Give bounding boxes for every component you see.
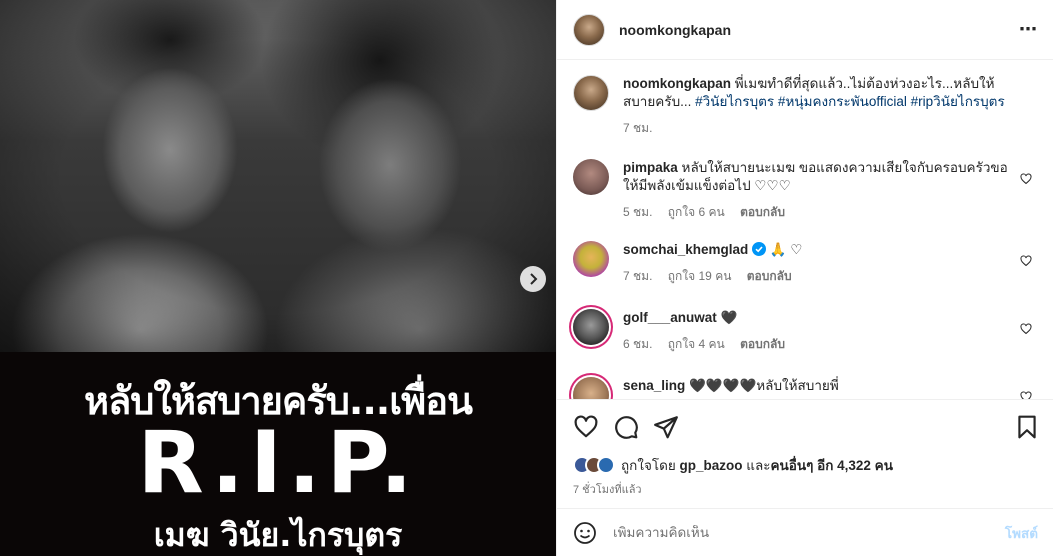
- comment-likes[interactable]: ถูกใจ 19 คน: [668, 269, 732, 283]
- like-comment-icon[interactable]: [1020, 323, 1032, 335]
- comments-list[interactable]: noomkongkapan พี่เมฆทำดีที่สุดแล้ว..ไม่ต…: [557, 61, 1053, 399]
- comment-username[interactable]: somchai_khemglad: [623, 242, 748, 257]
- commenter-avatar[interactable]: [573, 241, 609, 277]
- post-media[interactable]: หลับให้สบายครับ...เพื่อน R.I.P. เมฆ วินั…: [0, 0, 556, 556]
- verified-badge-icon: [752, 242, 767, 256]
- post-comment-button[interactable]: โพสต์: [1005, 522, 1038, 544]
- comment-item: pimpaka หลับให้สบายนะเมฆ ขอแสดงความเสียใ…: [573, 159, 1038, 221]
- comment-item: golf___anuwat 🖤 6 ชม. ถูกใจ 4 คน ตอบกลับ: [573, 309, 1038, 353]
- author-username[interactable]: noomkongkapan: [619, 22, 731, 38]
- more-options-icon[interactable]: ⋯: [1019, 19, 1038, 40]
- caption: noomkongkapan พี่เมฆทำดีที่สุดแล้ว..ไม่ต…: [573, 75, 1038, 137]
- comment-time[interactable]: 6 ชม.: [623, 337, 652, 351]
- post-photo: [0, 0, 556, 352]
- comment-time[interactable]: 7 ชม.: [623, 269, 652, 283]
- like-comment-icon[interactable]: [1020, 255, 1032, 267]
- emoji-icon[interactable]: [573, 521, 597, 545]
- comment-username[interactable]: golf___anuwat: [623, 310, 717, 325]
- comment-text: หลับให้สบายนะเมฆ ขอแสดงความเสียใจกับครอบ…: [623, 160, 1008, 193]
- reply-button[interactable]: ตอบกลับ: [747, 269, 792, 283]
- reply-button[interactable]: ตอบกลับ: [740, 205, 785, 219]
- banner-name: เมฆ วินัย.ไกรบุตร: [153, 516, 403, 554]
- caption-avatar[interactable]: [573, 75, 609, 111]
- caption-time[interactable]: 7 ชม.: [623, 121, 652, 135]
- next-image-button[interactable]: [520, 266, 546, 292]
- post-header: noomkongkapan ⋯: [557, 0, 1053, 60]
- post-panel: noomkongkapan ⋯ noomkongkapan พี่เมฆทำดี…: [556, 0, 1053, 556]
- like-comment-icon[interactable]: [1020, 391, 1032, 399]
- comment-username[interactable]: sena_ling: [623, 378, 685, 393]
- liker-avatars: [573, 456, 615, 474]
- share-send-icon[interactable]: [653, 414, 679, 440]
- comment-item: somchai_khemglad 🙏 ♡ 7 ชม. ถูกใจ 19 คน ต…: [573, 241, 1038, 285]
- commenter-avatar[interactable]: [573, 159, 609, 195]
- posted-time[interactable]: 7 ชั่วโมงที่แล้ว: [573, 480, 642, 498]
- comment-time[interactable]: 5 ชม.: [623, 205, 652, 219]
- caption-hashtags[interactable]: #วินัยไกรบุตร #หนุ่มคงกระพันofficial #ri…: [695, 94, 1005, 109]
- liker-avatar: [597, 456, 615, 474]
- comment-item: sena_ling 🖤🖤🖤🖤หลับให้สบายพี่: [573, 377, 1038, 399]
- comment-username[interactable]: pimpaka: [623, 160, 678, 175]
- commenter-avatar[interactable]: [573, 377, 609, 399]
- comment-text: 🙏 ♡: [769, 242, 803, 257]
- commenter-avatar[interactable]: [573, 309, 609, 345]
- comment-input[interactable]: [613, 525, 1005, 540]
- likes-middle: และ: [742, 458, 771, 473]
- save-bookmark-icon[interactable]: [1014, 414, 1040, 440]
- reply-button[interactable]: ตอบกลับ: [740, 337, 785, 351]
- chevron-right-icon: [530, 273, 538, 285]
- likes-prefix: ถูกใจโดย: [621, 458, 680, 473]
- like-comment-icon[interactable]: [1020, 173, 1032, 185]
- liker-username[interactable]: gp_bazoo: [680, 458, 743, 473]
- add-comment-bar: โพสต์: [557, 508, 1053, 556]
- post-actions: ถูกใจโดย gp_bazoo และคนอื่นๆ อีก 4,322 ค…: [557, 399, 1053, 496]
- comment-text: 🖤🖤🖤🖤หลับให้สบายพี่: [689, 378, 839, 393]
- likes-others[interactable]: คนอื่นๆ อีก 4,322 คน: [771, 458, 893, 473]
- comment-likes[interactable]: ถูกใจ 4 คน: [668, 337, 725, 351]
- author-avatar[interactable]: [573, 13, 605, 46]
- comment-text: 🖤: [720, 310, 738, 325]
- comment-bubble-icon[interactable]: [613, 414, 639, 440]
- caption-username[interactable]: noomkongkapan: [623, 76, 731, 91]
- like-heart-icon[interactable]: [573, 414, 599, 440]
- banner-rip: R.I.P.: [137, 413, 419, 513]
- memorial-banner: หลับให้สบายครับ...เพื่อน R.I.P. เมฆ วินั…: [0, 352, 556, 556]
- likes-summary[interactable]: ถูกใจโดย gp_bazoo และคนอื่นๆ อีก 4,322 ค…: [573, 454, 893, 476]
- comment-likes[interactable]: ถูกใจ 6 คน: [668, 205, 725, 219]
